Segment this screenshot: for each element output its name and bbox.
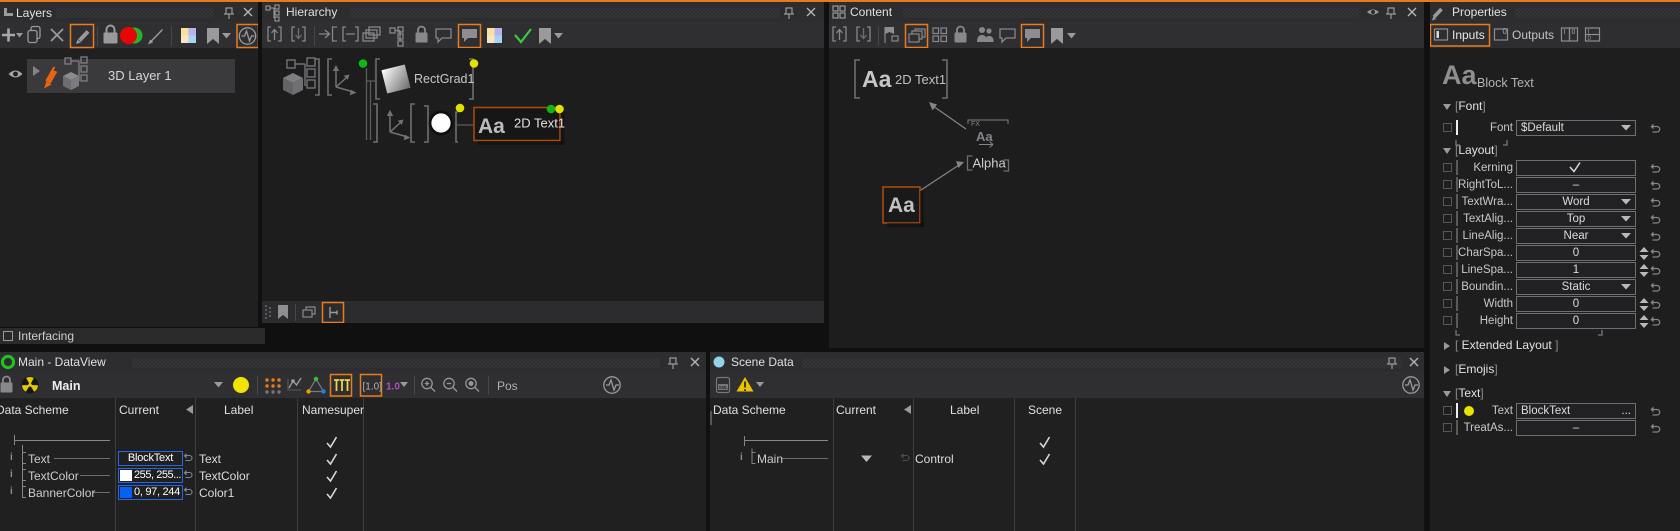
svg-text:2D Text1: 2D Text1: [514, 116, 565, 131]
svg-text:I: I: [1564, 29, 1566, 36]
svg-text:Alpha: Alpha: [973, 156, 1007, 171]
svg-text:Aa: Aa: [976, 129, 993, 144]
svg-text:RectGrad1: RectGrad1: [414, 72, 474, 86]
svg-text:0: 0: [1503, 27, 1508, 36]
svg-text:Aa: Aa: [888, 194, 915, 217]
svg-text:2D Text1: 2D Text1: [895, 72, 946, 87]
svg-text:XML: XML: [719, 385, 729, 390]
svg-text:FX: FX: [971, 121, 980, 128]
svg-text:0: 0: [1572, 29, 1576, 36]
svg-text:Aa: Aa: [478, 115, 505, 138]
svg-text:Aa: Aa: [862, 66, 892, 92]
